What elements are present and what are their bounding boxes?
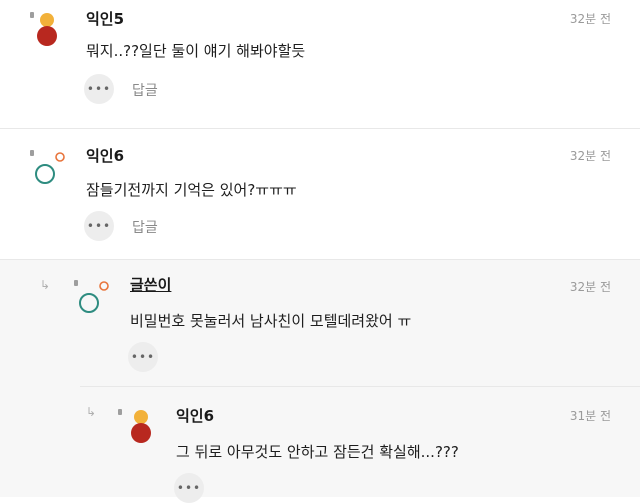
pin-mark [118,409,122,415]
more-options-button[interactable]: ••• [128,342,158,372]
more-options-button[interactable]: ••• [174,473,204,503]
more-dots-icon: ••• [130,350,156,364]
reply-button[interactable]: 답글 [132,80,158,100]
reply-button[interactable]: 답글 [132,217,158,237]
reply-arrow-icon: ↳ [40,278,51,292]
more-dots-icon: ••• [86,219,112,233]
more-options-button[interactable]: ••• [84,74,114,104]
comment-time: 32분 전 [569,12,611,26]
comment-time: 32분 전 [569,280,611,294]
comment-text: 비밀번호 못눌러서 남사친이 모텔데려왔어 ㅠ [130,312,412,330]
more-dots-icon: ••• [176,481,202,495]
comment-author[interactable]: 글쓴이 [130,274,171,295]
comment-text: 뭐지..??일단 둘이 얘기 해봐야할듯 [86,42,306,60]
comment-text: 그 뒤로 아무것도 안하고 잠든건 확실해...??? [176,443,459,461]
avatar [37,13,57,46]
avatar [35,152,65,184]
comment-author[interactable]: 익인5 [86,8,124,29]
avatar [131,410,151,443]
comment-author[interactable]: 익인6 [176,405,214,426]
reply-item: ↳ 익인6 31분 전 그 뒤로 아무것도 안하고 잠든건 확실해...??? … [0,387,640,503]
comment-time: 32분 전 [569,149,611,163]
avatar [79,281,109,313]
reply-arrow-icon: ↳ [86,405,97,419]
comment-author[interactable]: 익인6 [86,145,124,166]
more-dots-icon: ••• [86,82,112,96]
comment-time: 31분 전 [569,409,611,423]
more-options-button[interactable]: ••• [84,211,114,241]
comment-item: 익인6 32분 전 잠들기전까지 기억은 있어?ㅠㅠㅠ ••• 답글 [0,129,640,259]
comment-text: 잠들기전까지 기억은 있어?ㅠㅠㅠ [86,181,297,199]
comment-item: 익인5 32분 전 뭐지..??일단 둘이 얘기 해봐야할듯 ••• 답글 [0,0,640,128]
reply-item: ↳ 글쓴이 32분 전 비밀번호 못눌러서 남사친이 모텔데려왔어 ㅠ ••• [0,260,640,386]
